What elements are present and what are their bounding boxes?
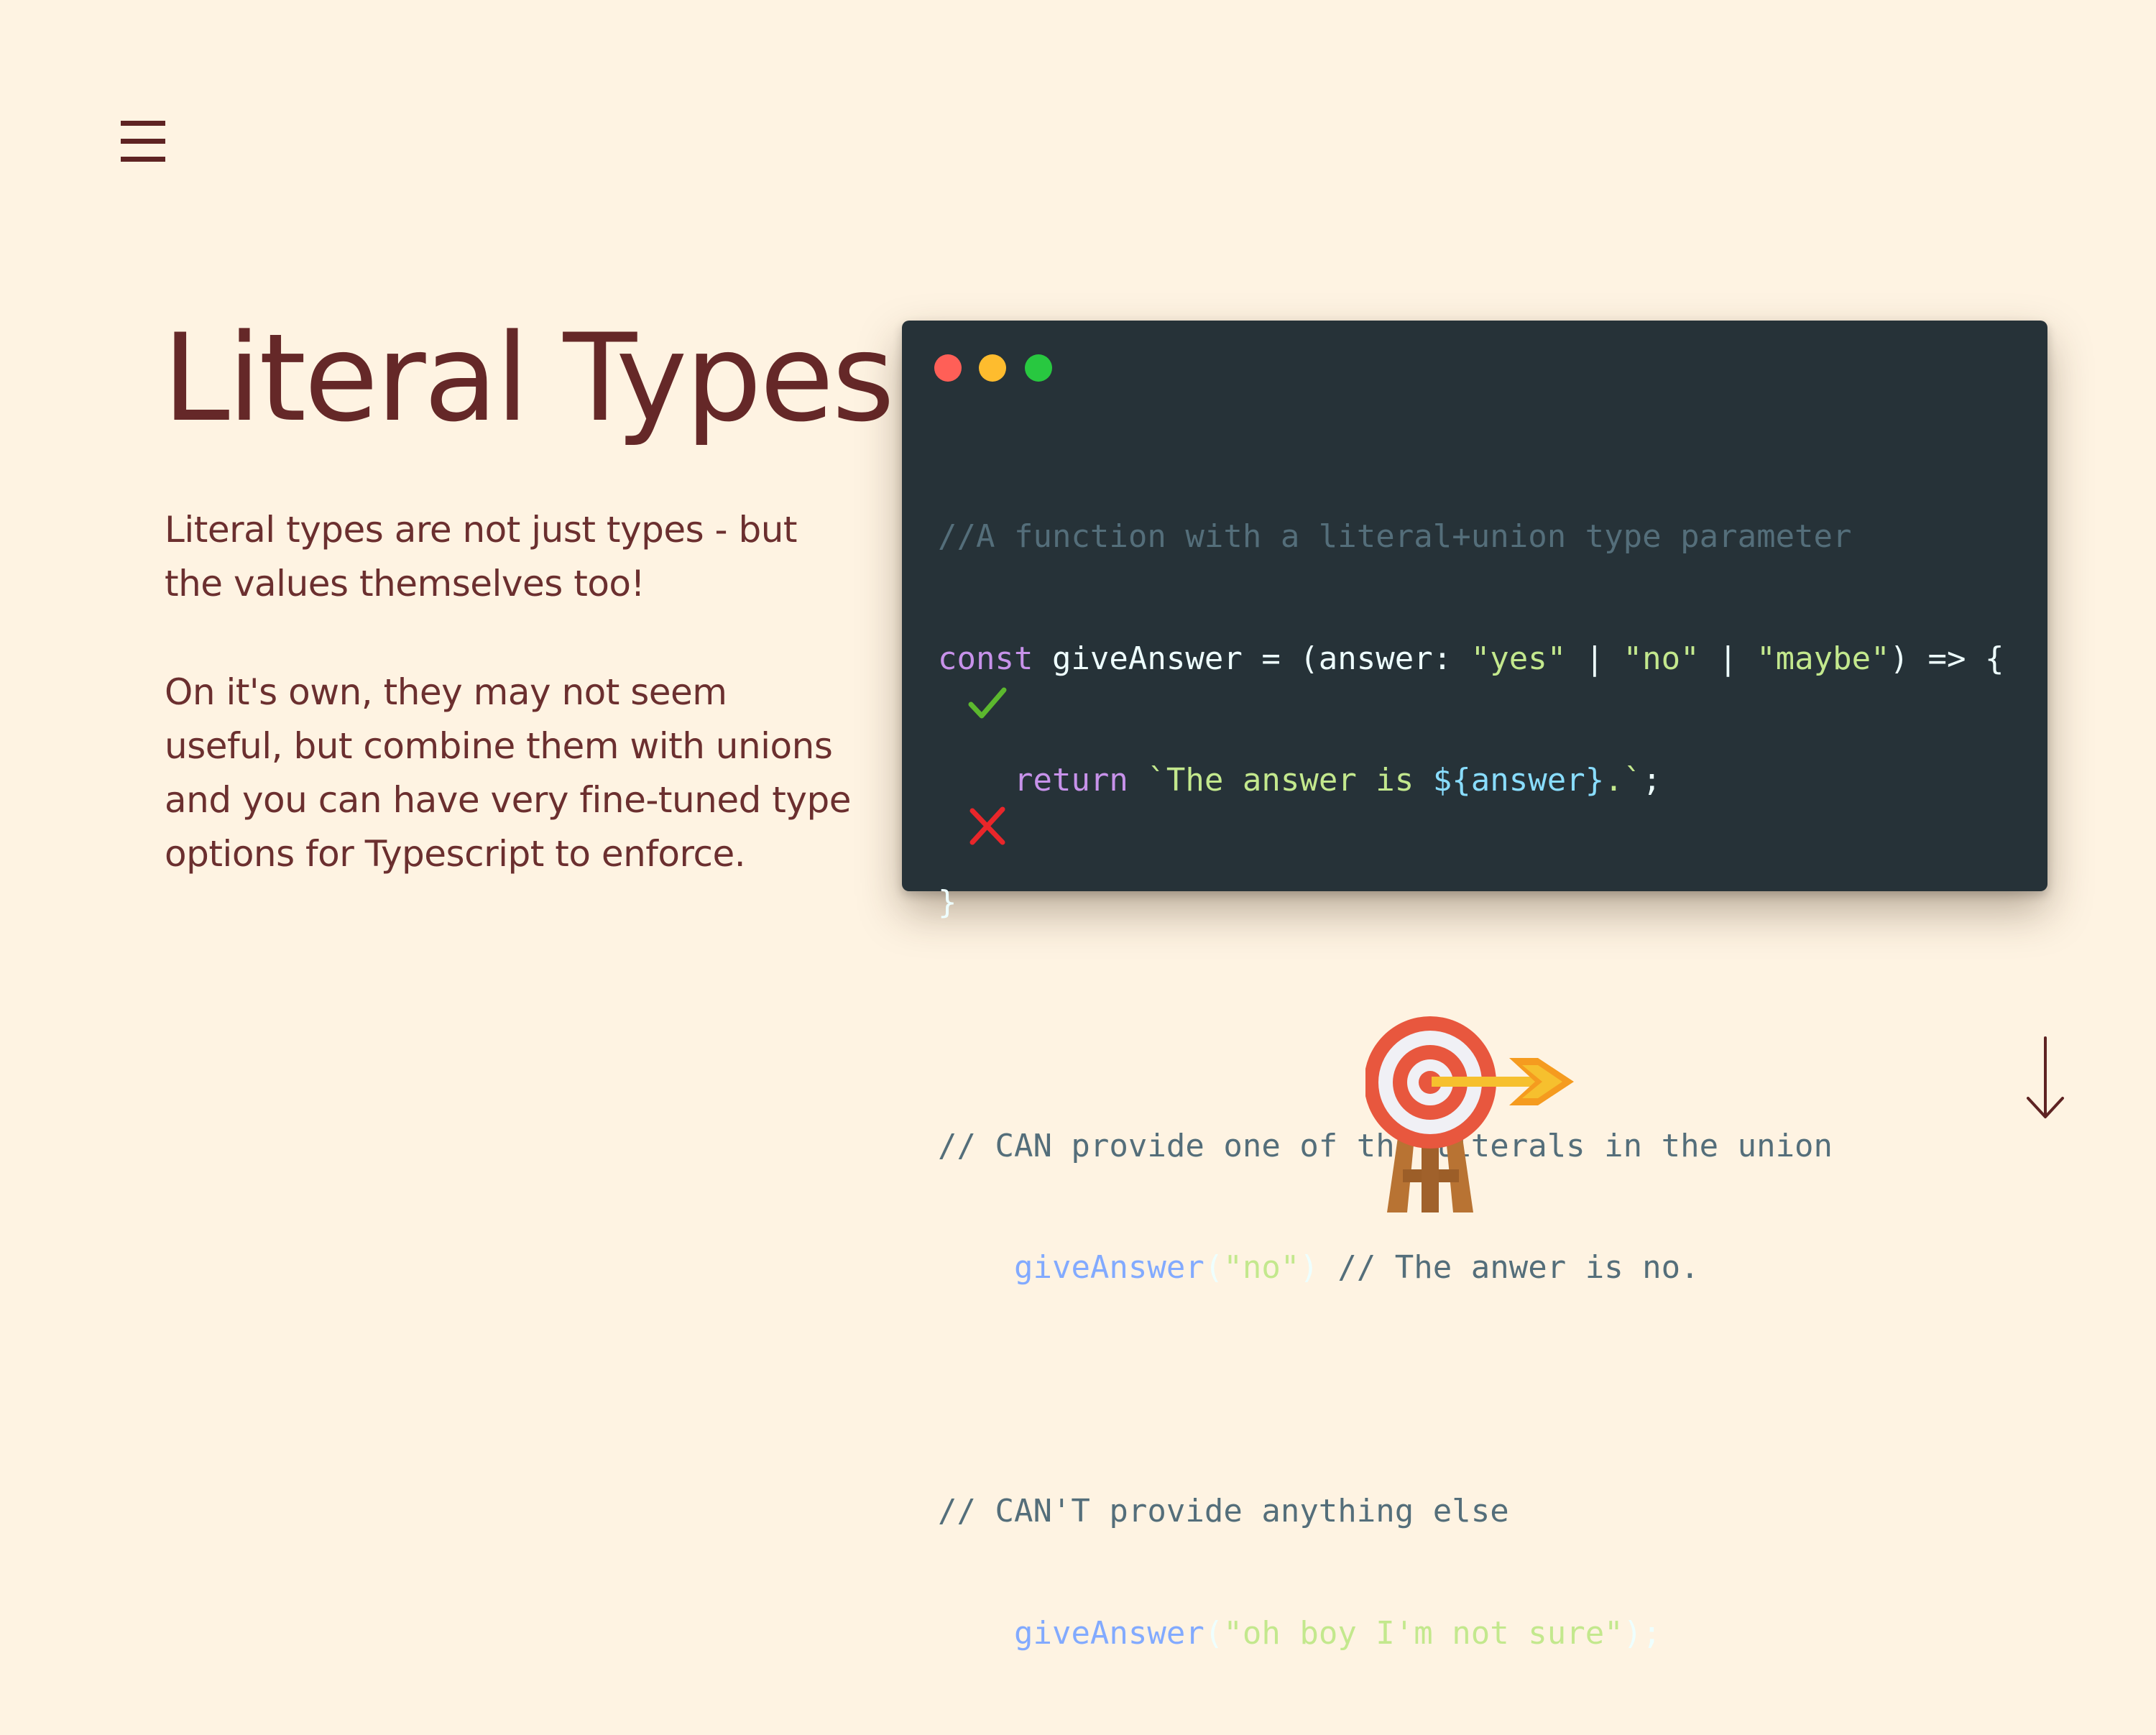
code-text: ) [1299,1249,1319,1286]
code-function: giveAnswer [1013,1249,1204,1286]
code-text: giveAnswer = (answer: [1033,640,1471,677]
target-with-arrow-icon [1365,1016,1574,1212]
code-template-expression: ${answer} [1432,762,1605,799]
code-text: ); [1623,1614,1662,1652]
code-string: "no" [1223,1249,1300,1286]
menu-bar [121,157,165,162]
code-comment: // The anwer is no. [1318,1249,1700,1286]
code-window: //A function with a literal+union type p… [902,321,2047,1652]
code-keyword: return [1013,762,1128,799]
code-text: ( [1204,1249,1224,1286]
code-string: "no" [1623,640,1700,677]
code-line: //A function with a literal+union type p… [938,517,2004,558]
code-comment: //A function with a literal+union type p… [938,518,1852,555]
code-string: "maybe" [1756,640,1890,677]
code-line: // CAN'T provide anything else [938,1491,2004,1532]
code-line: giveAnswer("no") // The anwer is no. [938,1248,2004,1289]
code-string: "yes" [1470,640,1567,677]
page-title: Literal Types [162,308,895,448]
arrow-down-icon[interactable] [2024,1035,2067,1121]
code-string: "oh boy I'm not sure" [1223,1614,1623,1652]
code-text: ) => { [1889,640,2004,677]
code-line: return `The answer is ${answer}.`; [938,760,2004,801]
code-line: } [938,883,2004,924]
cross-icon [969,806,1005,845]
code-text: | [1566,640,1623,677]
code-template-string: `The answer is [1147,762,1433,799]
detail-paragraph: On it's own, they may not seem useful, b… [165,671,851,875]
code-line: const giveAnswer = (answer: "yes" | "no"… [938,639,2004,680]
menu-bar [121,121,165,126]
code-text: } [938,883,957,921]
minimize-dot [979,354,1006,382]
code-keyword: const [938,640,1033,677]
arrow-shaft [1432,1077,1539,1087]
code-function: giveAnswer [1013,1614,1204,1652]
intro-paragraph: Literal types are not just types - but t… [165,509,798,604]
menu-bar [121,139,165,144]
code-template-string: .` [1604,762,1643,799]
close-dot [934,354,962,382]
hamburger-menu-icon[interactable] [121,121,165,162]
code-text: ( [1204,1614,1224,1652]
code-comment: // CAN'T provide anything else [938,1493,1509,1529]
code-line: giveAnswer("oh boy I'm not sure"); [938,1614,2004,1655]
code-text: | [1699,640,1757,677]
check-icon [968,687,1007,719]
maximize-dot [1025,354,1052,382]
code-text: ; [1642,762,1662,799]
